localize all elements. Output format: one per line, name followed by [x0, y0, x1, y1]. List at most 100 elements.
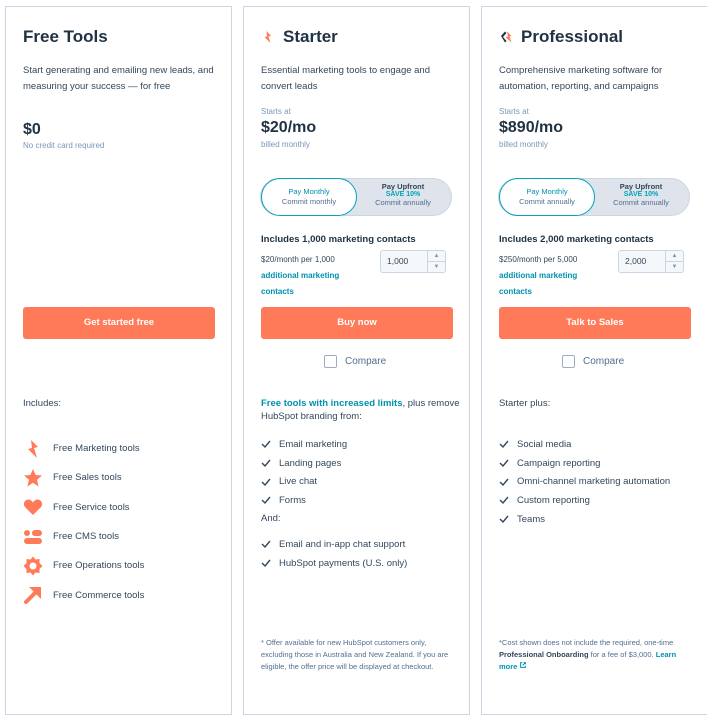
starter-title-text: Starter [283, 27, 338, 46]
footnote-bold: Professional Onboarding [499, 650, 589, 659]
compare-label: Compare [583, 356, 625, 367]
pay-upfront-sub: Commit annually [375, 198, 431, 207]
starter-title: Starter [261, 27, 338, 47]
starter-contacts-rate: $20/month per 1,000 additional marketing… [261, 252, 371, 300]
feature-item: Forms [261, 491, 347, 510]
tool-label: Free Marketing tools [53, 443, 140, 455]
check-icon [261, 478, 271, 486]
feature-item: Campaign reporting [499, 454, 670, 473]
check-icon [499, 440, 509, 449]
starter-billing-toggle: Pay Monthly Commit monthly Pay Upfront S… [260, 178, 452, 216]
professional-pay-upfront-option[interactable]: Pay Upfront SAVE 10% Commit annually [593, 179, 689, 215]
pay-monthly-label: Pay Monthly [526, 187, 568, 196]
professional-features: Social media Campaign reporting Omni-cha… [499, 435, 670, 528]
free-tools-list: Free Marketing tools Free Sales tools Fr… [23, 434, 144, 610]
pay-monthly-label: Pay Monthly [288, 187, 330, 196]
starter-contacts-heading: Includes 1,000 marketing contacts [261, 234, 416, 245]
professional-contacts-heading: Includes 2,000 marketing contacts [499, 234, 654, 245]
professional-billing-toggle: Pay Monthly Commit annually Pay Upfront … [498, 178, 690, 216]
feature-item: Landing pages [261, 454, 347, 473]
professional-contacts-rate: $250/month per 5,000 additional marketin… [499, 252, 609, 300]
starter-billing: billed monthly [261, 140, 310, 149]
check-icon [261, 496, 271, 505]
tool-item-marketing: Free Marketing tools [23, 434, 144, 463]
feature-label: Omni-channel marketing automation [517, 476, 671, 488]
tool-item-service: Free Service tools [23, 493, 144, 522]
contacts-rate-text: $250/month per 5,000 [499, 255, 578, 264]
stepper-value: 2,000 [625, 256, 647, 266]
save-badge: SAVE 10% [385, 191, 421, 198]
starter-footnote: * Offer available for new HubSpot custom… [261, 638, 449, 671]
get-started-free-button[interactable]: Get started free [23, 307, 215, 339]
check-icon [499, 515, 509, 524]
starter-features: Email marketing Landing pages Live chat … [261, 435, 347, 510]
pay-monthly-sub: Commit monthly [281, 197, 337, 206]
starter-pay-upfront-option[interactable]: Pay Upfront SAVE 10% Commit annually [355, 179, 451, 215]
feature-item: Email marketing [261, 435, 347, 454]
pay-upfront-label: Pay Upfront [381, 182, 425, 191]
feature-label: Live chat [279, 476, 318, 488]
check-icon [499, 496, 509, 505]
chevron-down-icon[interactable]: ▼ [666, 261, 683, 271]
chevron-down-icon[interactable]: ▼ [428, 261, 445, 271]
professional-contacts-stepper[interactable]: 2,000 ▲ ▼ [618, 250, 684, 273]
starter-card: Starter Essential marketing tools to eng… [243, 6, 470, 715]
footnote-text-2: for a fee of $3,000. [588, 650, 656, 659]
operations-hub-icon [23, 556, 43, 576]
professional-price: $890/mo [499, 119, 564, 136]
feature-label: Email marketing [279, 438, 348, 450]
feature-label: Email and in-app chat support [279, 538, 406, 550]
starter-contacts-stepper[interactable]: 1,000 ▲ ▼ [380, 250, 446, 273]
feature-item: HubSpot payments (U.S. only) [261, 554, 407, 573]
feature-item: Teams [499, 510, 670, 529]
feature-item: Email and in-app chat support [261, 535, 407, 554]
free-tools-title-text: Free Tools [23, 27, 108, 46]
chevron-up-icon[interactable]: ▲ [428, 251, 445, 261]
professional-title: Professional [499, 27, 623, 47]
starter-pay-monthly-option[interactable]: Pay Monthly Commit monthly [261, 178, 357, 216]
compare-checkbox[interactable] [324, 355, 337, 368]
additional-contacts-link[interactable]: additional marketing contacts [261, 271, 339, 296]
pay-monthly-sub: Commit annually [519, 197, 575, 206]
professional-starts-at: Starts at [499, 107, 529, 116]
tool-item-cms: Free CMS tools [23, 522, 144, 551]
tool-item-operations: Free Operations tools [23, 551, 144, 580]
tool-label: Free Commerce tools [53, 589, 145, 601]
pay-upfront-sub: Commit annually [613, 198, 669, 207]
commerce-hub-icon [24, 587, 41, 605]
stepper-arrows: ▲ ▼ [665, 251, 683, 272]
professional-logo-icon [501, 31, 512, 43]
free-tools-card: Free Tools Start generating and emailing… [5, 6, 232, 715]
pay-upfront-label: Pay Upfront [619, 182, 663, 191]
feature-item: Social media [499, 435, 670, 454]
sales-hub-icon [24, 468, 42, 487]
feature-item: Omni-channel marketing automation [499, 472, 670, 491]
professional-compare[interactable]: Compare [562, 355, 624, 368]
professional-pay-monthly-option[interactable]: Pay Monthly Commit annually [499, 178, 595, 216]
check-icon [499, 478, 509, 486]
buy-now-button[interactable]: Buy now [261, 307, 453, 339]
additional-contacts-link[interactable]: additional marketing contacts [499, 271, 577, 296]
free-tools-description: Start generating and emailing new leads,… [23, 65, 214, 92]
professional-billing: billed monthly [499, 140, 548, 149]
external-link-icon [520, 662, 527, 668]
talk-to-sales-button[interactable]: Talk to Sales [499, 307, 691, 339]
free-price-note: No credit card required [23, 141, 105, 150]
stepper-value: 1,000 [387, 256, 409, 266]
feature-item: Custom reporting [499, 491, 670, 510]
starter-compare[interactable]: Compare [324, 355, 386, 368]
compare-checkbox[interactable] [562, 355, 575, 368]
tool-label: Free Service tools [53, 501, 130, 513]
tool-item-sales: Free Sales tools [23, 463, 144, 492]
save-badge: SAVE 10% [623, 191, 659, 198]
chevron-up-icon[interactable]: ▲ [666, 251, 683, 261]
footnote-text: *Cost shown does not include the require… [499, 638, 674, 647]
starter-starts-at: Starts at [261, 107, 291, 116]
tool-label: Free CMS tools [53, 531, 119, 543]
starter-price: $20/mo [261, 119, 317, 136]
professional-card: Professional Comprehensive marketing sof… [481, 6, 707, 715]
compare-label: Compare [345, 356, 387, 367]
free-tools-limits-link[interactable]: Free tools with increased limits [261, 398, 402, 409]
feature-label: Forms [279, 494, 306, 506]
check-icon [261, 559, 271, 568]
